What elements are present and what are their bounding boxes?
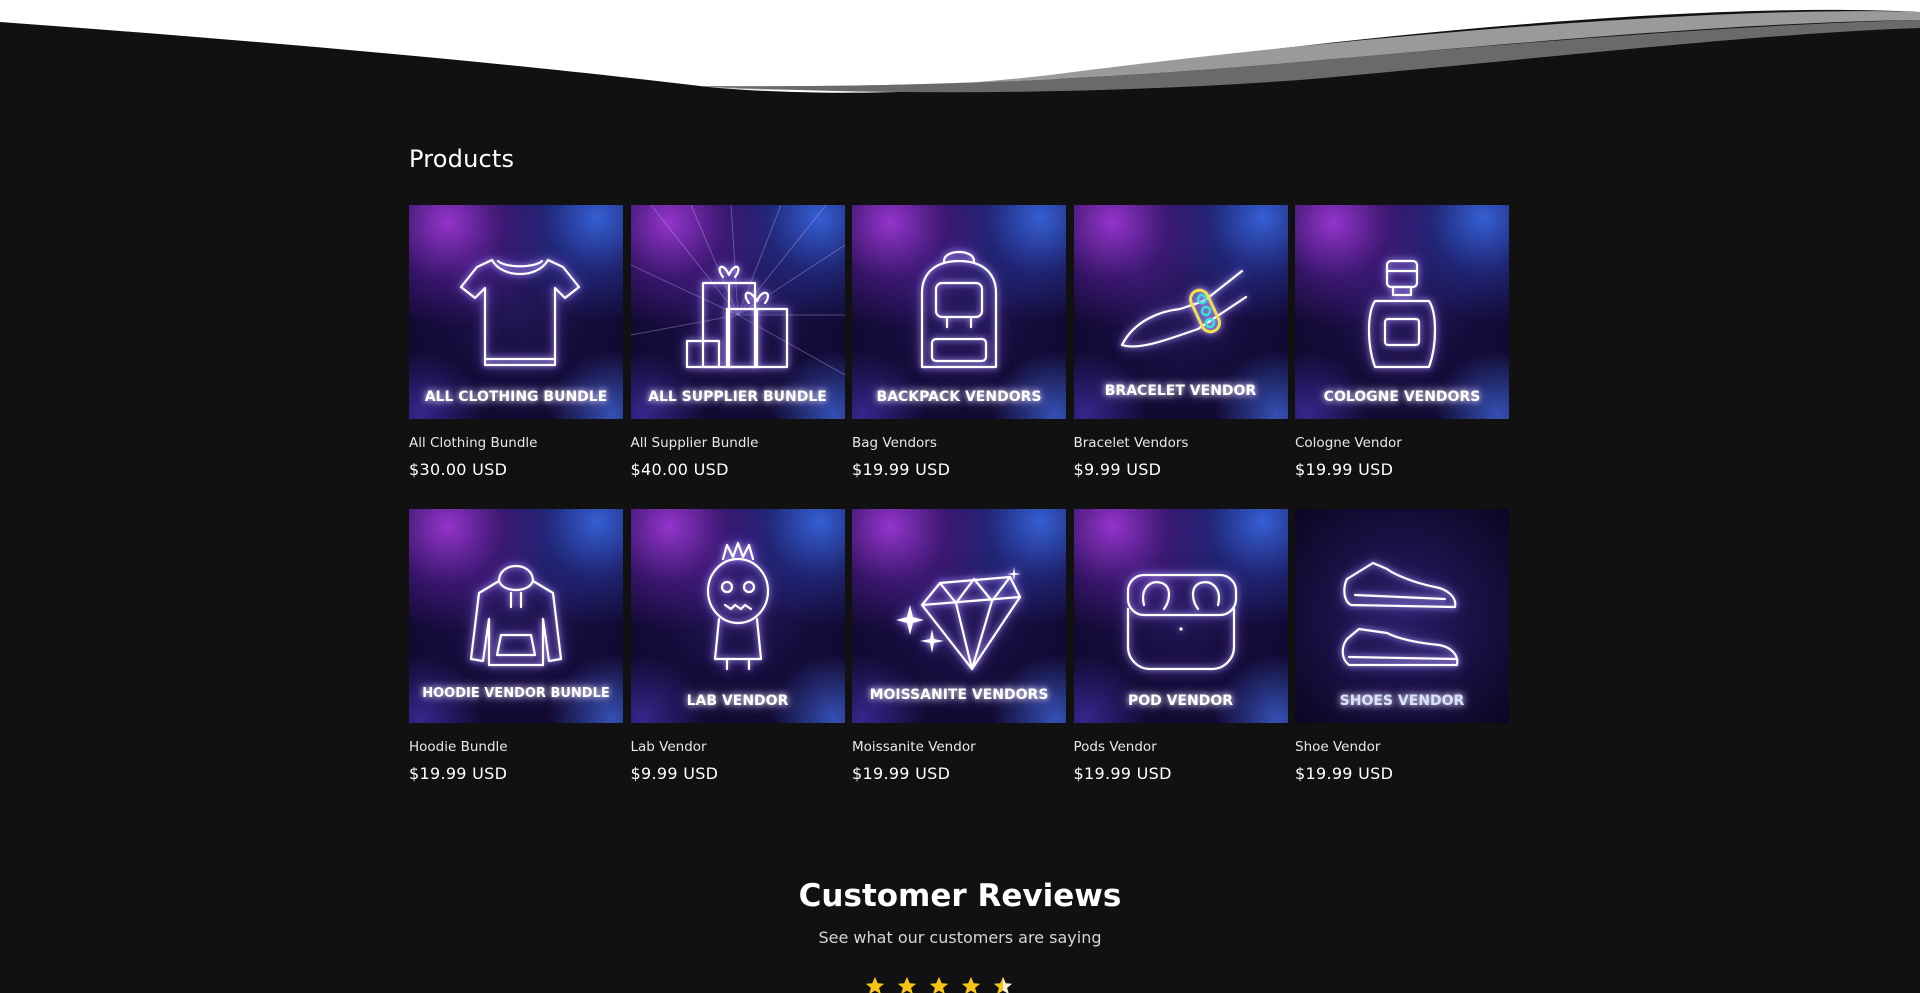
product-image[interactable]: LAB VENDOR bbox=[630, 509, 845, 723]
star-icon bbox=[961, 976, 981, 993]
labubu-figure-icon bbox=[706, 541, 769, 671]
product-banner: COLOGNE VENDORS bbox=[1323, 389, 1481, 405]
product-price: $19.99 USD bbox=[409, 764, 508, 783]
product-price: $9.99 USD bbox=[1073, 460, 1162, 479]
product-price: $19.99 USD bbox=[1295, 460, 1394, 479]
product-price: $19.99 USD bbox=[1073, 764, 1172, 783]
tshirt-icon bbox=[459, 258, 581, 367]
product-banner: MOISSANITE VENDORS bbox=[869, 687, 1049, 703]
product-price: $30.00 USD bbox=[409, 460, 508, 479]
product-image[interactable]: POD VENDOR bbox=[1073, 509, 1288, 723]
product-image[interactable]: BRACELET VENDOR bbox=[1073, 205, 1288, 419]
customer-reviews-section: Customer Reviews See what our customers … bbox=[0, 878, 1920, 947]
product-banner: LAB VENDOR bbox=[686, 693, 789, 709]
wave-divider bbox=[0, 0, 1920, 110]
product-price: $19.99 USD bbox=[852, 764, 951, 783]
gift-boxes-icon bbox=[630, 205, 845, 376]
product-grid: ALL CLOTHING BUNDLE All Clothing Bundle … bbox=[409, 205, 1511, 813]
backpack-icon bbox=[920, 250, 998, 369]
product-image[interactable]: MOISSANITE VENDORS bbox=[852, 509, 1066, 723]
products-section: Products ALL CLOTHING BUNDLE All Clothin… bbox=[409, 145, 1511, 783]
product-image[interactable]: BACKPACK VENDORS bbox=[852, 205, 1066, 419]
product-card[interactable]: HOODIE VENDOR BUNDLE Hoodie Bundle $19.9… bbox=[409, 509, 623, 813]
star-icon bbox=[897, 976, 917, 993]
product-name[interactable]: Pods Vendor bbox=[1074, 739, 1288, 755]
product-name[interactable]: Hoodie Bundle bbox=[409, 739, 623, 755]
reviews-title: Customer Reviews bbox=[798, 878, 1122, 914]
product-card[interactable]: ALL CLOTHING BUNDLE All Clothing Bundle … bbox=[409, 205, 623, 509]
product-name[interactable]: Bracelet Vendors bbox=[1074, 435, 1288, 451]
product-image[interactable]: SHOES VENDOR bbox=[1295, 509, 1509, 723]
sneakers-icon bbox=[1341, 561, 1459, 667]
product-image[interactable]: ALL SUPPLIER BUNDLE bbox=[630, 205, 845, 419]
cologne-bottle-icon bbox=[1367, 259, 1437, 369]
earbuds-case-icon bbox=[1126, 573, 1237, 671]
product-card[interactable]: SHOES VENDOR Shoe Vendor $19.99 USD bbox=[1295, 509, 1509, 813]
product-image[interactable]: HOODIE VENDOR BUNDLE bbox=[409, 509, 623, 723]
product-banner: SHOES VENDOR bbox=[1339, 693, 1465, 709]
product-card[interactable]: MOISSANITE VENDORS Moissanite Vendor $19… bbox=[852, 509, 1066, 813]
product-banner: HOODIE VENDOR BUNDLE bbox=[422, 686, 610, 701]
product-banner: POD VENDOR bbox=[1127, 693, 1234, 709]
product-price: $19.99 USD bbox=[852, 460, 951, 479]
product-card[interactable]: BACKPACK VENDORS Bag Vendors $19.99 USD bbox=[852, 205, 1066, 509]
product-card[interactable]: BRACELET VENDOR Bracelet Vendors $9.99 U… bbox=[1073, 205, 1288, 509]
product-name[interactable]: All Clothing Bundle bbox=[409, 435, 623, 451]
product-name[interactable]: Cologne Vendor bbox=[1295, 435, 1509, 451]
product-image[interactable]: ALL CLOTHING BUNDLE bbox=[409, 205, 623, 419]
product-price: $19.99 USD bbox=[1295, 764, 1394, 783]
star-icon bbox=[929, 976, 949, 993]
star-rating bbox=[864, 975, 1014, 993]
star-icon bbox=[865, 976, 885, 993]
product-card[interactable]: LAB VENDOR Lab Vendor $9.99 USD bbox=[630, 509, 845, 813]
product-banner: ALL SUPPLIER BUNDLE bbox=[648, 389, 827, 405]
product-card[interactable]: POD VENDOR Pods Vendor $19.99 USD bbox=[1073, 509, 1288, 813]
products-title: Products bbox=[409, 145, 515, 173]
reviews-subtitle: See what our customers are saying bbox=[818, 928, 1102, 947]
product-name[interactable]: Lab Vendor bbox=[631, 739, 845, 755]
product-banner: BRACELET VENDOR bbox=[1104, 383, 1257, 399]
product-name[interactable]: Bag Vendors bbox=[852, 435, 1066, 451]
product-price: $9.99 USD bbox=[630, 764, 719, 783]
product-card[interactable]: ALL SUPPLIER BUNDLE All Supplier Bundle … bbox=[630, 205, 845, 509]
product-price: $40.00 USD bbox=[630, 460, 729, 479]
product-banner: BACKPACK VENDORS bbox=[876, 389, 1042, 405]
half-star-icon bbox=[993, 976, 1013, 993]
product-name[interactable]: Shoe Vendor bbox=[1295, 739, 1509, 755]
product-image[interactable]: COLOGNE VENDORS bbox=[1295, 205, 1509, 419]
product-name[interactable]: All Supplier Bundle bbox=[631, 435, 845, 451]
product-banner: ALL CLOTHING BUNDLE bbox=[424, 389, 608, 405]
product-card[interactable]: COLOGNE VENDORS Cologne Vendor $19.99 US… bbox=[1295, 205, 1509, 509]
product-name[interactable]: Moissanite Vendor bbox=[852, 739, 1066, 755]
